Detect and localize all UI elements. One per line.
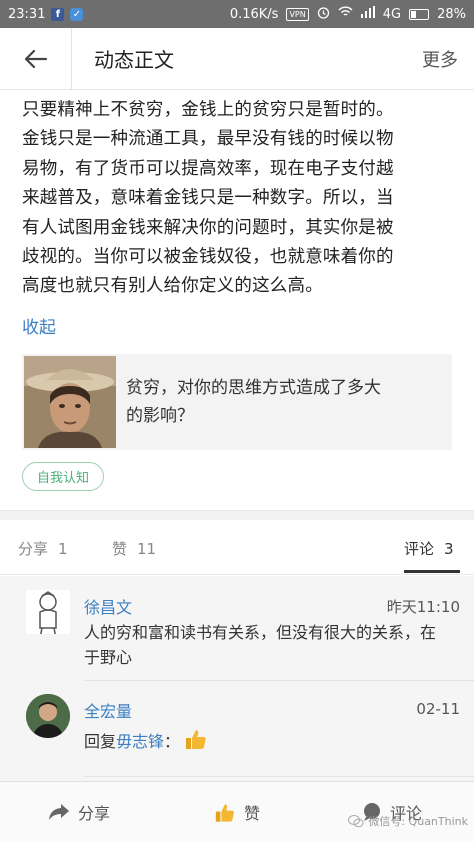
- reply-mention[interactable]: 毋志锋: [116, 732, 164, 751]
- section-divider: [0, 510, 474, 520]
- alarm-icon: [317, 6, 330, 23]
- linked-post-title-line: 贫穷，对你的思维方式造成了多大: [126, 378, 381, 398]
- bottom-action-bar: 分享 赞 评论 微信号: QuanThink: [0, 781, 474, 842]
- thumbs-up-icon: [215, 803, 234, 822]
- tab-comments[interactable]: 评论 3: [404, 538, 454, 559]
- tab-shares-count: 1: [58, 540, 68, 558]
- tab-likes[interactable]: 赞 11: [112, 538, 156, 559]
- wechat-watermark: 微信号: QuanThink: [348, 813, 468, 829]
- comment-text-line: 人的穷和富和读书有关系，但没有很大的关系，在: [84, 623, 437, 642]
- like-button[interactable]: 赞: [214, 800, 260, 824]
- comment-list: 徐昌文 昨天11:10 人的穷和富和读书有关系，但没有很大的关系，在 于野心 全…: [0, 576, 474, 781]
- commenter-name[interactable]: 全宏量: [84, 698, 132, 722]
- article-body: 只要精神上不贫穷，金钱上的贫穷只是暂时的。 金钱只是一种流通工具，最早没有钱的时…: [22, 96, 452, 302]
- tab-likes-label: 赞: [112, 540, 128, 558]
- status-time: 23:31: [8, 6, 46, 22]
- article-line: 有人试图用金钱来解决你的问题时，其实你是被: [22, 217, 394, 238]
- article-line: 只要精神上不贫穷，金钱上的贫穷只是暂时的。: [22, 100, 394, 120]
- page-title: 动态正文: [94, 48, 174, 72]
- active-tab-indicator: [404, 570, 460, 573]
- more-button[interactable]: 更多: [422, 46, 458, 72]
- linked-post-title-line: 的影响？: [126, 406, 194, 426]
- linked-post-title: 贫穷，对你的思维方式造成了多大 的影响？: [126, 374, 436, 430]
- article-line: 来越普及，意味着金钱只是一种数字。所以，当: [22, 188, 394, 209]
- app-header: 动态正文 更多: [0, 27, 474, 90]
- share-button[interactable]: 分享: [48, 800, 110, 824]
- tab-likes-count: 11: [137, 540, 157, 558]
- network-type: 4G: [382, 6, 402, 22]
- signal-icon: [360, 6, 375, 22]
- back-button[interactable]: [0, 27, 72, 90]
- comment-separator: [84, 776, 474, 777]
- tab-comments-count: 3: [444, 540, 454, 558]
- comment-text: 人的穷和富和读书有关系，但没有很大的关系，在 于野心: [84, 620, 464, 670]
- article-line: 高度也就只有别人给你定义的这么高。: [22, 276, 323, 297]
- network-speed: 0.16K/s: [229, 6, 279, 22]
- wechat-icon: [348, 814, 364, 827]
- comment-time: 02-11: [416, 700, 460, 718]
- status-bar: 23:31 f ✓ 0.16K/s VPN 4G 28%: [0, 0, 474, 28]
- like-button-label: 赞: [244, 804, 261, 823]
- avatar[interactable]: [26, 694, 70, 738]
- linked-post-card[interactable]: 贫穷，对你的思维方式造成了多大 的影响？: [22, 354, 452, 450]
- comment-time: 昨天11:10: [386, 598, 460, 616]
- tab-shares-label: 分享: [18, 540, 49, 558]
- vpn-icon: VPN: [286, 7, 309, 21]
- article-line: 易物，有了货币可以提高效率，现在电子支付越: [22, 158, 394, 179]
- comment-text-line: 于野心: [84, 648, 133, 667]
- commenter-name[interactable]: 徐昌文: [84, 594, 132, 618]
- battery-level: 28%: [437, 6, 466, 22]
- shield-icon: ✓: [70, 7, 84, 21]
- avatar[interactable]: [26, 590, 70, 634]
- watermark-text: 微信号: QuanThink: [368, 815, 468, 828]
- tab-comments-label: 评论: [404, 540, 435, 558]
- comment-separator: [84, 680, 474, 681]
- share-arrow-icon: [49, 804, 69, 820]
- wifi-icon: [338, 6, 353, 22]
- battery-icon: [409, 8, 430, 20]
- comment-text: 回复毋志锋：: [84, 728, 464, 757]
- article-line: 歧视的。当你可以被金钱奴役，也就意味着你的: [22, 247, 394, 268]
- linked-post-thumbnail: [24, 356, 116, 448]
- stats-tabs: 分享 1 赞 11 评论 3: [0, 521, 474, 575]
- topic-tag[interactable]: 自我认知: [22, 462, 105, 491]
- article-line: 金钱只是一种流通工具，最早没有钱的时候以物: [22, 129, 394, 150]
- thumbs-up-emoji-icon: [184, 728, 208, 757]
- reply-prefix: 回复: [84, 732, 117, 751]
- facebook-icon: f: [51, 7, 65, 21]
- collapse-link[interactable]: 收起: [22, 313, 56, 338]
- tab-shares[interactable]: 分享 1: [18, 538, 68, 559]
- back-arrow-icon: [24, 49, 47, 68]
- reply-colon: ：: [164, 732, 181, 751]
- share-button-label: 分享: [78, 804, 111, 823]
